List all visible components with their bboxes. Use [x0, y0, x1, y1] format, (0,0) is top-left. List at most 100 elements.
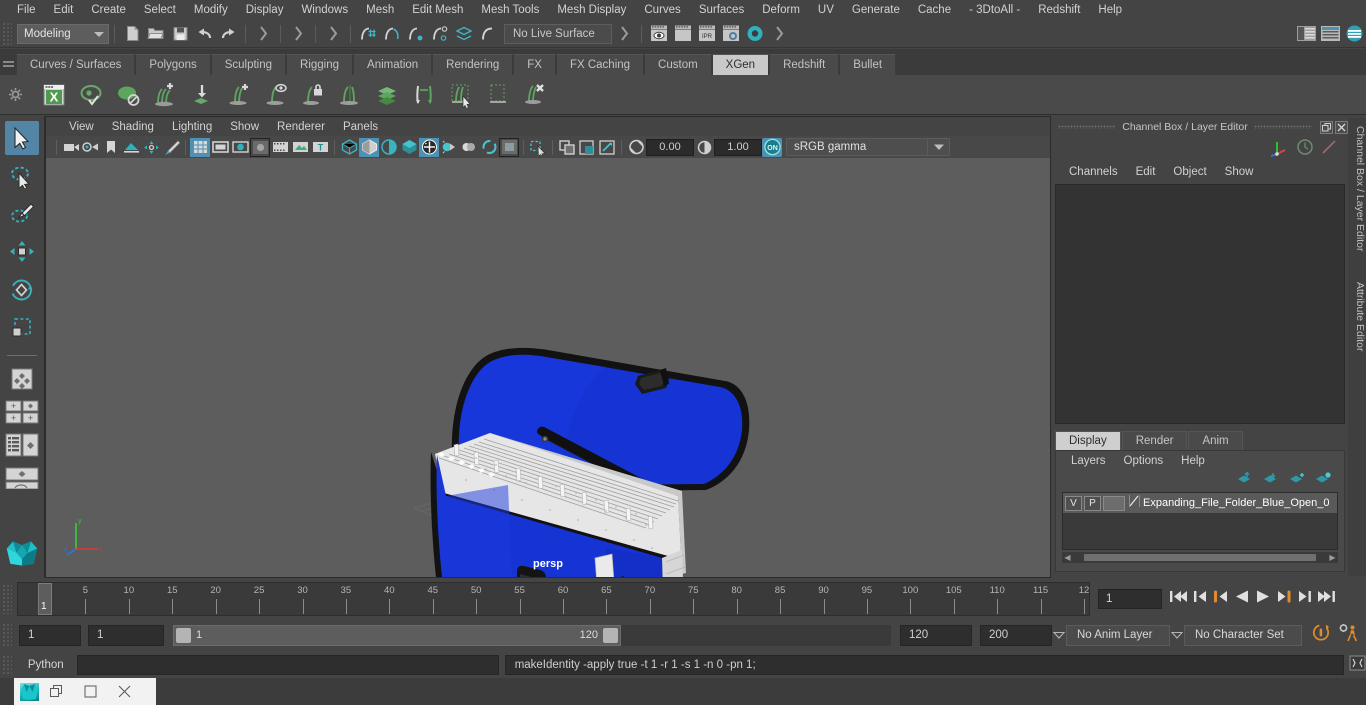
menu-select[interactable]: Select [135, 1, 185, 20]
menu-mesh-display[interactable]: Mesh Display [548, 1, 635, 20]
exposure-icon[interactable] [626, 138, 646, 157]
slash-icon[interactable] [1320, 138, 1338, 161]
current-frame-field[interactable]: 1 [1098, 588, 1162, 609]
textured-icon[interactable] [399, 138, 419, 157]
step-forward-frame-icon[interactable] [1276, 589, 1292, 609]
menu-cache[interactable]: Cache [909, 1, 960, 20]
scroll-right-arrow-icon[interactable]: ▶ [1327, 553, 1338, 562]
xgen-mirror-guides-icon[interactable] [331, 77, 368, 113]
anim-end-time-field[interactable]: 200 [980, 624, 1052, 646]
layer-color-swatch[interactable] [1103, 495, 1125, 511]
menu-generate[interactable]: Generate [843, 1, 909, 20]
viewport-3d-canvas[interactable]: y x z persp [46, 158, 1050, 577]
command-output[interactable]: makeIdentity -apply true -t 1 -r 1 -s 1 … [504, 655, 1344, 675]
shelf-tab-rendering[interactable]: Rendering [432, 54, 514, 75]
snap-to-grid-icon[interactable] [356, 23, 380, 45]
menu-file[interactable]: File [8, 1, 45, 20]
range-end-time-field[interactable]: 120 [900, 624, 972, 646]
gamma-icon[interactable] [694, 138, 714, 157]
xgen-guide-icon[interactable] [109, 77, 146, 113]
lasso-select-tool[interactable] [5, 159, 39, 193]
time-slider-track[interactable]: 1 5 10 15 20 25 30 35 40 45 50 55 60 65 70 75 80 85 90 95 1… [17, 581, 1090, 616]
render-sequence-icon[interactable] [671, 23, 695, 45]
single-perspective-view-icon[interactable] [5, 364, 39, 394]
menu-edit-mesh[interactable]: Edit Mesh [403, 1, 472, 20]
layer-tab-anim[interactable]: Anim [1188, 431, 1243, 450]
wireframe-icon[interactable] [339, 138, 359, 157]
viewport-menu-show[interactable]: Show [221, 118, 268, 136]
time-slider-grip[interactable] [2, 583, 12, 614]
side-tab-channel-box[interactable]: Channel Box / Layer Editor [1348, 118, 1366, 260]
use-all-lights-icon[interactable] [419, 137, 439, 157]
save-scene-icon[interactable] [168, 23, 192, 45]
panel-grip[interactable] [1058, 125, 1117, 129]
channel-box-menu-edit[interactable]: Edit [1127, 166, 1165, 178]
menu-edit[interactable]: Edit [45, 1, 83, 20]
maximize-window-icon[interactable] [73, 678, 107, 705]
layer-name-label[interactable]: Expanding_File_Folder_Blue_Open_0 [1143, 497, 1330, 509]
menu-redshift[interactable]: Redshift [1029, 1, 1089, 20]
menu-display[interactable]: Display [237, 1, 293, 20]
command-line-grip[interactable] [2, 655, 12, 675]
clock-icon[interactable] [1296, 138, 1314, 161]
open-scene-icon[interactable] [144, 23, 168, 45]
layer-list[interactable]: V P Expanding_File_Folder_Blue_Open_0 [1062, 492, 1338, 550]
character-set-dropdown-arrow[interactable] [1170, 631, 1184, 639]
new-scene-icon[interactable] [120, 23, 144, 45]
xgen-layers-icon[interactable] [368, 77, 405, 113]
shelf-tab-xgen[interactable]: XGen [711, 54, 770, 75]
color-space-dropdown-arrow[interactable] [928, 138, 950, 156]
show-hide-channelbox-icon[interactable] [1318, 23, 1342, 45]
snap-to-projected-center-icon[interactable] [428, 23, 452, 45]
exposure-field[interactable]: 0.00 [646, 138, 694, 156]
range-start-handle[interactable] [176, 627, 191, 643]
menu-deform[interactable]: Deform [753, 1, 809, 20]
motion-blur-icon[interactable] [479, 138, 499, 157]
layer-menu-layers[interactable]: Layers [1062, 455, 1115, 467]
xgen-region-icon[interactable] [479, 77, 516, 113]
range-slider-bar[interactable]: 1 120 [173, 624, 891, 646]
shadows-icon[interactable] [439, 138, 459, 157]
render-current-frame-icon[interactable] [647, 23, 671, 45]
go-to-start-icon[interactable] [1169, 589, 1188, 609]
ipr-render-icon[interactable]: IPR [695, 23, 719, 45]
command-input[interactable] [76, 655, 499, 675]
viewport-menu-view[interactable]: View [60, 118, 103, 136]
color-space-selector[interactable]: sRGB gamma [786, 138, 928, 156]
xgen-preview-toggle-icon[interactable] [257, 77, 294, 113]
anim-layer-dropdown-arrow[interactable] [1052, 631, 1066, 639]
menu-3dtoall[interactable]: - 3DtoAll - [960, 1, 1029, 20]
film-gate-icon[interactable] [210, 138, 230, 157]
isolate-select-icon[interactable] [528, 138, 548, 157]
anim-start-time-field[interactable]: 1 [19, 624, 81, 646]
viewport-menu-lighting[interactable]: Lighting [163, 118, 221, 136]
scroll-left-arrow-icon[interactable]: ◀ [1062, 553, 1073, 562]
close-window-icon[interactable] [107, 678, 141, 705]
select-by-component-icon[interactable] [321, 23, 345, 45]
xray-icon[interactable] [557, 138, 577, 157]
layer-tab-display[interactable]: Display [1055, 431, 1121, 450]
menuset-selector[interactable]: Modeling [17, 23, 109, 44]
play-forwards-icon[interactable] [1255, 589, 1271, 609]
range-end-handle[interactable] [603, 627, 618, 643]
step-forward-keyframe-icon[interactable] [1297, 589, 1312, 609]
anim-layer-selector[interactable]: No Anim Layer [1066, 624, 1170, 646]
undock-icon[interactable] [1320, 120, 1333, 134]
menu-mesh[interactable]: Mesh [357, 1, 403, 20]
gate-mask-icon[interactable] [250, 137, 270, 157]
select-by-object-icon[interactable] [286, 23, 310, 45]
rotate-tool[interactable] [5, 273, 39, 307]
snap-to-point-icon[interactable] [404, 23, 428, 45]
shelf-tab-animation[interactable]: Animation [353, 54, 433, 75]
step-back-keyframe-icon[interactable] [1193, 589, 1208, 609]
close-icon[interactable] [1335, 120, 1348, 134]
range-slider-grip[interactable] [2, 623, 12, 647]
xgen-add-guides-icon[interactable] [146, 77, 183, 113]
camera-attributes-icon[interactable] [81, 138, 101, 157]
scrollbar-thumb[interactable] [1084, 554, 1316, 561]
shelf-tab-custom[interactable]: Custom [644, 54, 712, 75]
layer-menu-options[interactable]: Options [1115, 455, 1173, 467]
undo-icon[interactable] [192, 23, 216, 45]
layer-visibility-toggle[interactable]: V [1065, 495, 1082, 511]
select-tool[interactable] [5, 121, 39, 155]
